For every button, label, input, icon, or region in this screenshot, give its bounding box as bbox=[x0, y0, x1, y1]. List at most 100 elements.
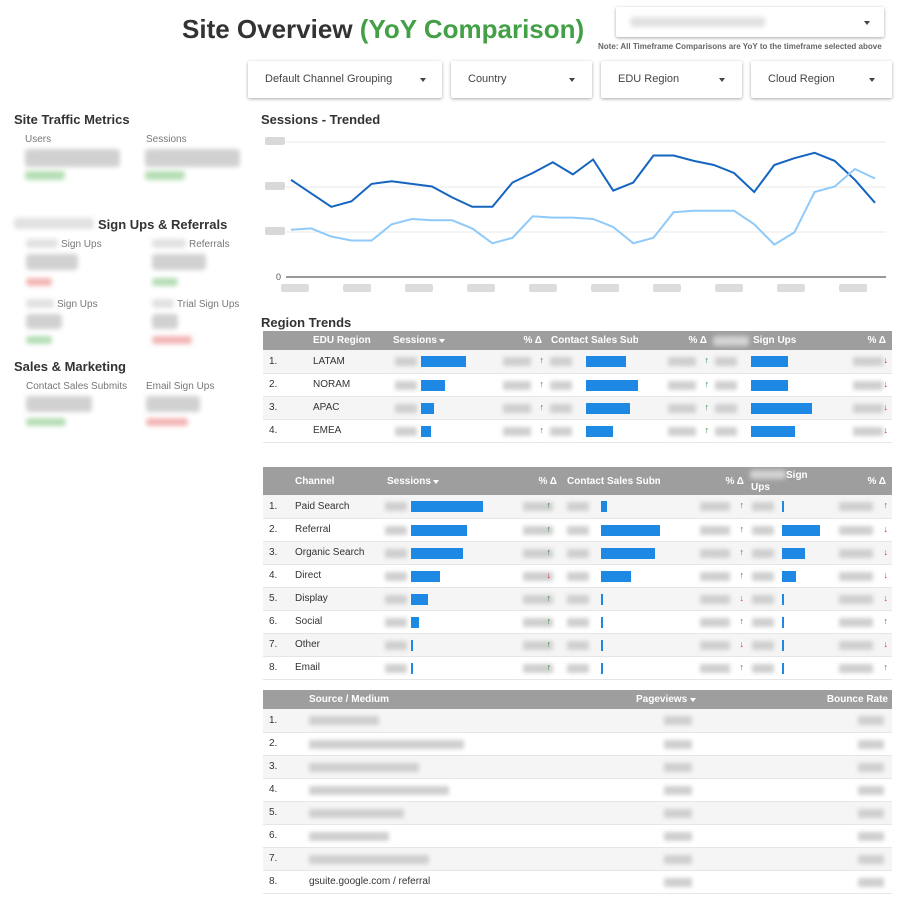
filter-default-channel-grouping[interactable]: Default Channel Grouping bbox=[248, 61, 442, 98]
table-row[interactable]: 6. Social ↑ ↑ ↑ bbox=[263, 610, 892, 634]
row-index-label: 3. bbox=[269, 547, 278, 558]
col-channel[interactable]: Channel bbox=[293, 467, 383, 495]
table-row[interactable]: 2. Referral ↑ ↑ ↓ bbox=[263, 518, 892, 542]
sessions-change-cell: ↑ bbox=[483, 633, 565, 657]
table-row[interactable]: 8. Email ↑ ↑ ↑ bbox=[263, 656, 892, 680]
sessions-bar bbox=[411, 639, 413, 651]
row-index: 2. bbox=[263, 518, 293, 542]
channel-name-label: Paid Search bbox=[295, 500, 350, 512]
filter-edu-region[interactable]: EDU Region bbox=[601, 61, 742, 98]
sessions-change-cell: ↑ bbox=[483, 518, 565, 542]
table-row[interactable]: 1. bbox=[263, 709, 892, 733]
filter-cloud-region[interactable]: Cloud Region bbox=[751, 61, 892, 98]
chevron-down-icon bbox=[420, 78, 426, 82]
contact-change-cell: ↑ bbox=[660, 495, 750, 519]
col-signups[interactable]: Sign Ups bbox=[713, 331, 813, 350]
blurred-value bbox=[853, 357, 883, 366]
signups-cell bbox=[750, 518, 825, 542]
users-change bbox=[25, 171, 65, 180]
x-tick-label bbox=[839, 284, 867, 292]
region-name: APAC bbox=[313, 396, 393, 420]
blurred-value bbox=[839, 502, 873, 511]
signups-value-2 bbox=[26, 314, 62, 329]
table-row[interactable]: 5. Display ↑ ↓ ↓ bbox=[263, 587, 892, 611]
col-sessions[interactable]: Sessions bbox=[383, 467, 483, 495]
table-row[interactable]: 8. gsuite.google.com / referral bbox=[263, 870, 892, 894]
blurred-value bbox=[664, 877, 692, 887]
contact-sales-cell bbox=[565, 656, 660, 680]
table-row[interactable]: 1. Paid Search ↑ ↑ ↑ bbox=[263, 495, 892, 519]
table-row[interactable]: 7. bbox=[263, 847, 892, 871]
blurred-value bbox=[853, 403, 883, 413]
blurred-value bbox=[385, 617, 407, 627]
blurred-value bbox=[858, 831, 884, 841]
col-bounce-rate[interactable]: Bounce Rate bbox=[798, 690, 892, 709]
bounce-rate-cell bbox=[798, 709, 892, 733]
table-row[interactable]: 3. APAC ↑ ↑ ↓ bbox=[263, 396, 892, 420]
col-edu-region[interactable]: EDU Region bbox=[313, 331, 393, 350]
table-row[interactable]: 4. EMEA ↑ ↑ ↓ bbox=[263, 419, 892, 443]
filter-label: Default Channel Grouping bbox=[265, 73, 393, 85]
table-row[interactable]: 4. Direct ↓ ↑ ↓ bbox=[263, 564, 892, 588]
signups-label-prefix bbox=[26, 299, 54, 308]
contact-sales-bar bbox=[586, 402, 630, 414]
col-sessions[interactable]: Sessions bbox=[393, 331, 473, 350]
pageviews-cell bbox=[658, 847, 798, 871]
row-index-label: 7. bbox=[269, 853, 278, 864]
source-medium-label: gsuite.google.com / referral bbox=[309, 876, 431, 887]
signups-bar bbox=[751, 402, 812, 414]
arrow-down-icon: ↓ bbox=[739, 592, 745, 603]
sessions-cell bbox=[383, 541, 483, 565]
signups-value-1 bbox=[26, 254, 78, 270]
channel-name-label: Referral bbox=[295, 524, 331, 535]
bounce-rate-cell bbox=[798, 755, 892, 779]
blurred-value bbox=[853, 380, 883, 390]
signups-bar bbox=[782, 662, 784, 674]
signups-change-cell: ↓ bbox=[825, 633, 892, 657]
table-row[interactable]: 4. bbox=[263, 778, 892, 802]
arrow-up-icon: ↑ bbox=[546, 661, 552, 672]
sales-marketing-title: Sales & Marketing bbox=[14, 359, 126, 374]
table-row[interactable]: 2. bbox=[263, 732, 892, 756]
region-trends-title: Region Trends bbox=[261, 315, 352, 330]
arrow-up-icon: ↑ bbox=[546, 592, 552, 603]
sessions-bar bbox=[421, 356, 466, 367]
series-line-2 bbox=[290, 167, 876, 246]
contact-change-cell: ↑ bbox=[660, 541, 750, 565]
signups-change-cell: ↑ bbox=[825, 610, 892, 634]
date-range-select[interactable] bbox=[616, 7, 884, 37]
arrow-up-icon: ↑ bbox=[546, 500, 552, 510]
col-source-medium[interactable]: Source / Medium bbox=[303, 690, 658, 709]
col-index bbox=[263, 331, 313, 350]
contact-change-cell: ↑ bbox=[638, 396, 713, 420]
row-index-label: 7. bbox=[269, 639, 278, 650]
blurred-value bbox=[567, 525, 589, 535]
row-index-label: 1. bbox=[269, 714, 278, 726]
table-row[interactable]: 3. bbox=[263, 755, 892, 779]
signups-bar bbox=[751, 425, 795, 437]
row-index-label: 2. bbox=[269, 524, 278, 535]
y-tick-label bbox=[265, 182, 285, 190]
table-row[interactable]: 3. Organic Search ↑ ↑ ↓ bbox=[263, 541, 892, 565]
table-row[interactable]: 5. bbox=[263, 801, 892, 825]
contact-sales-cell bbox=[548, 419, 638, 443]
arrow-up-icon: ↑ bbox=[704, 424, 710, 435]
contact-sales-change bbox=[26, 418, 66, 426]
bounce-rate-cell bbox=[798, 732, 892, 756]
signups-cell bbox=[750, 633, 825, 657]
col-pageviews[interactable]: Pageviews bbox=[636, 690, 798, 709]
filter-country[interactable]: Country bbox=[451, 61, 592, 98]
table-row[interactable]: 2. NORAM ↑ ↑ ↓ bbox=[263, 373, 892, 397]
blurred-value bbox=[395, 357, 417, 366]
blurred-value bbox=[752, 502, 774, 511]
blurred-value bbox=[567, 594, 589, 604]
table-row[interactable]: 7. Other ↑ ↓ ↓ bbox=[263, 633, 892, 657]
col-contact-sales[interactable]: Contact Sales Submit bbox=[565, 467, 670, 495]
col-contact-sales[interactable]: Contact Sales Submit bbox=[548, 331, 654, 350]
signups-header-prefix bbox=[713, 336, 749, 346]
blurred-value bbox=[853, 426, 883, 436]
table-row[interactable]: 1. LATAM ↑ ↑ ↓ bbox=[263, 350, 892, 374]
blurred-value bbox=[700, 502, 730, 511]
table-row[interactable]: 6. bbox=[263, 824, 892, 848]
col-signups[interactable]: Sign Ups bbox=[750, 467, 825, 495]
